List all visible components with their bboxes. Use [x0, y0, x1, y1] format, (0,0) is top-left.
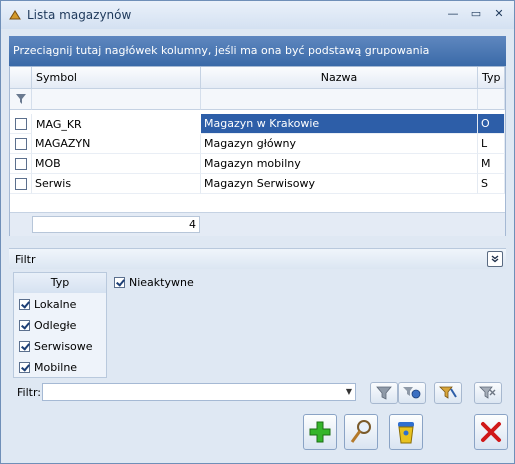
filter-row-indicator[interactable] — [10, 89, 32, 110]
typ-option-serwisowe[interactable]: Serwisowe — [19, 340, 103, 358]
typ-option-lokalne[interactable]: Lokalne — [19, 298, 103, 316]
funnel-icon — [376, 386, 392, 400]
cell-nazwa[interactable]: Magazyn w Krakowie — [201, 114, 478, 134]
group-by-hint: Przeciągnij tutaj nagłówek kolumny, jeśl… — [13, 44, 430, 57]
apply-filter-button[interactable] — [370, 382, 398, 404]
column-header-nazwa[interactable]: Nazwa — [201, 67, 478, 89]
filtr-label: Filtr: — [17, 386, 41, 399]
typ-option-label: Serwisowe — [34, 340, 93, 353]
cell-nazwa[interactable]: Magazyn Serwisowy — [201, 174, 478, 194]
row-select-cell[interactable] — [10, 174, 32, 194]
cell-typ[interactable]: M — [478, 154, 505, 174]
filter-panel-header[interactable]: Filtr — [9, 248, 506, 269]
checkbox[interactable] — [19, 341, 30, 352]
maximize-button[interactable]: ▭ — [467, 6, 485, 22]
table-row[interactable]: MAGAZYN Magazyn główny L — [10, 134, 505, 154]
cell-symbol[interactable]: MAGAZYN — [32, 134, 201, 154]
row-select-cell[interactable] — [10, 114, 32, 134]
column-header-symbol[interactable]: Symbol — [32, 67, 201, 89]
filter-cell-nazwa[interactable] — [201, 89, 478, 110]
clear-filter-button[interactable] — [474, 382, 502, 404]
run-filter-button[interactable] — [398, 382, 426, 404]
cell-nazwa[interactable]: Magazyn główny — [201, 134, 478, 154]
nieaktywne-checkbox[interactable] — [114, 277, 125, 288]
typ-option-label: Odległe — [34, 319, 77, 332]
minimize-button[interactable]: — — [444, 6, 462, 22]
delete-button[interactable] — [389, 414, 423, 450]
preview-button[interactable] — [344, 414, 378, 450]
window-title: Lista magazynów — [27, 8, 132, 22]
cell-nazwa[interactable]: Magazyn mobilny — [201, 154, 478, 174]
table-row[interactable]: MAG_KR Magazyn w Krakowie O — [10, 114, 505, 134]
preview-icon — [350, 420, 371, 443]
close-window-button[interactable]: ✕ — [490, 6, 508, 22]
add-icon — [309, 421, 331, 443]
checkbox[interactable] — [19, 320, 30, 331]
warehouse-grid: Symbol Nazwa Typ MAG_KR Magazyn w Krakow… — [9, 66, 506, 236]
checkbox[interactable] — [19, 362, 30, 373]
typ-option-mobilne[interactable]: Mobilne — [19, 361, 103, 379]
cell-symbol[interactable]: MOB — [32, 154, 201, 174]
cell-typ[interactable]: L — [478, 134, 505, 154]
typ-filter-group: Typ Lokalne Odległe Serwisowe Mobilne — [13, 272, 107, 378]
row-checkbox[interactable] — [15, 178, 27, 190]
app-icon — [9, 10, 21, 20]
cell-symbol[interactable]: Serwis — [32, 174, 201, 194]
record-count: 4 — [32, 216, 200, 233]
row-checkbox[interactable] — [15, 138, 27, 150]
row-checkbox[interactable] — [15, 118, 27, 130]
chevron-double-down-icon — [491, 255, 499, 263]
funnel-edit-icon — [439, 386, 457, 399]
group-by-panel[interactable]: Przeciągnij tutaj nagłówek kolumny, jeśl… — [9, 36, 506, 66]
cell-typ[interactable]: O — [478, 114, 505, 134]
cell-symbol[interactable]: MAG_KR — [32, 114, 201, 134]
nieaktywne-option[interactable]: Nieaktywne — [114, 276, 214, 292]
filter-panel-title: Filtr — [15, 253, 36, 266]
window: Lista magazynów — ▭ ✕ Przeciągnij tutaj … — [0, 0, 515, 464]
typ-option-label: Mobilne — [34, 361, 78, 374]
close-button[interactable] — [474, 414, 508, 450]
row-select-cell[interactable] — [10, 134, 32, 154]
header-indicator-column — [10, 67, 32, 89]
filter-row-funnel-icon — [16, 94, 26, 104]
add-button[interactable] — [303, 414, 337, 450]
table-row[interactable]: Serwis Magazyn Serwisowy S — [10, 174, 505, 194]
typ-option-odlegle[interactable]: Odległe — [19, 319, 103, 337]
close-icon — [481, 422, 501, 442]
row-select-cell[interactable] — [10, 154, 32, 174]
dropdown-arrow-icon[interactable]: ▼ — [346, 387, 352, 396]
table-row[interactable]: MOB Magazyn mobilny M — [10, 154, 505, 174]
checkbox[interactable] — [19, 299, 30, 310]
filter-cell-symbol[interactable] — [32, 89, 201, 110]
typ-option-label: Lokalne — [34, 298, 77, 311]
filter-cell-typ[interactable] — [478, 89, 505, 110]
collapse-filter-button[interactable] — [487, 251, 503, 267]
cell-typ[interactable]: S — [478, 174, 505, 194]
filtr-input[interactable]: ▼ — [42, 383, 356, 401]
title-bar[interactable]: Lista magazynów — ▭ ✕ — [1, 1, 514, 29]
typ-filter-header: Typ — [14, 273, 106, 293]
column-header-typ[interactable]: Typ — [478, 67, 505, 89]
grid-summary-footer: 4 — [10, 212, 505, 236]
funnel-clear-icon — [479, 386, 496, 399]
row-checkbox[interactable] — [15, 158, 27, 170]
edit-filter-button[interactable] — [434, 382, 462, 404]
nieaktywne-label: Nieaktywne — [129, 276, 194, 289]
delete-icon — [398, 422, 414, 444]
funnel-run-icon — [403, 387, 421, 399]
